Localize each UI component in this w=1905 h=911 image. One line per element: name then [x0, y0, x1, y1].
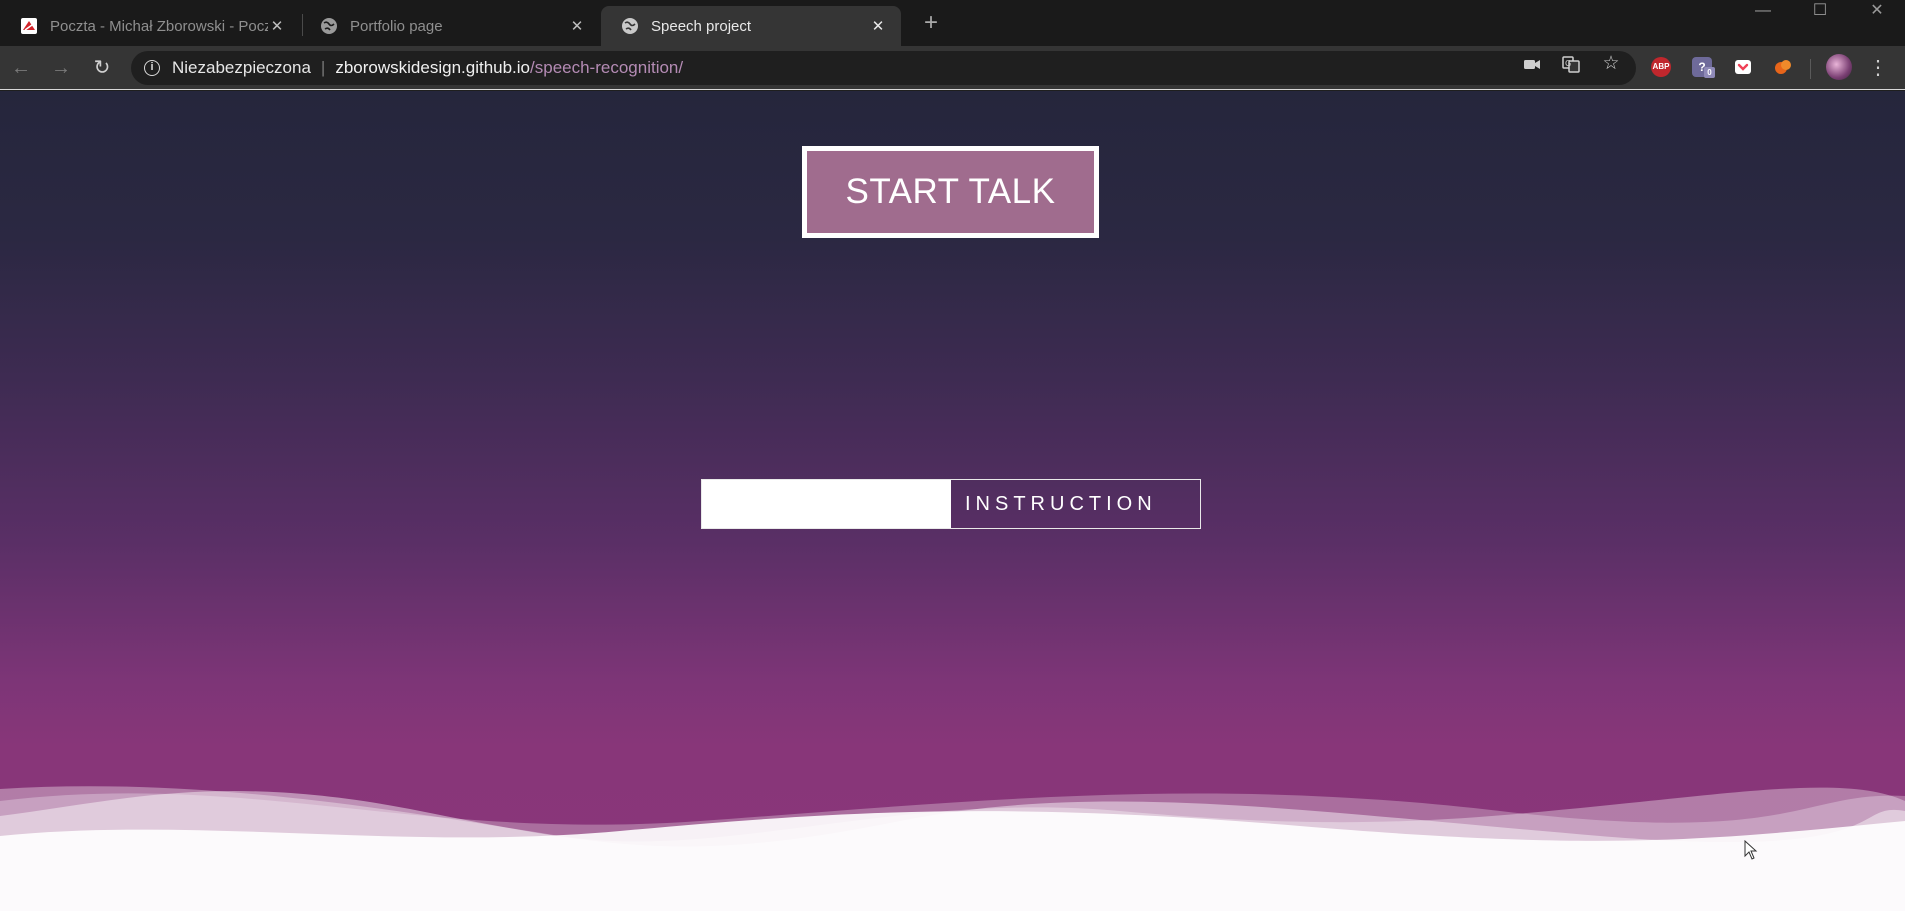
minimize-icon[interactable]: — — [1735, 0, 1791, 22]
globe-icon — [622, 18, 638, 34]
new-tab-icon[interactable]: + — [918, 10, 944, 36]
menu-icon[interactable]: ⋮ — [1868, 54, 1888, 82]
address-bar[interactable]: i Niezabezpieczona | zborowskidesign.git… — [131, 51, 1636, 85]
tab-poczta[interactable]: Poczta - Michał Zborowski - Poczta ✕ — [0, 6, 300, 46]
translate-icon[interactable]: G — [1562, 55, 1580, 73]
page-content: START TALK INSTRUCTION — [0, 91, 1905, 911]
browser-toolbar: ← → ↻ i Niezabezpieczona | zborowskidesi… — [0, 46, 1905, 90]
back-icon[interactable]: ← — [7, 54, 35, 82]
extension-badge: 0 — [1704, 67, 1715, 78]
instruction-button[interactable]: INSTRUCTION — [701, 479, 1201, 529]
mail-favicon-icon — [21, 18, 37, 34]
toolbar-divider — [1810, 59, 1811, 79]
tab-strip: Poczta - Michał Zborowski - Poczta ✕ Por… — [0, 0, 1905, 46]
tab-speech-project[interactable]: Speech project ✕ — [601, 6, 901, 46]
close-icon[interactable]: ✕ — [268, 17, 286, 35]
address-divider: | — [320, 58, 326, 77]
instruction-fill — [702, 480, 951, 528]
forward-icon[interactable]: → — [47, 54, 75, 82]
mouse-cursor-icon — [1744, 840, 1758, 860]
honey-extension-icon[interactable] — [1773, 57, 1793, 77]
start-talk-button[interactable]: START TALK — [802, 146, 1099, 238]
tab-title: Speech project — [651, 17, 752, 35]
tab-portfolio[interactable]: Portfolio page ✕ — [300, 6, 600, 46]
security-label: Niezabezpieczona — [172, 58, 311, 77]
waves-decoration — [0, 786, 1905, 911]
svg-text:G: G — [1565, 59, 1571, 68]
maximize-icon[interactable]: ☐ — [1792, 0, 1848, 22]
privacy-extension-icon[interactable]: ? 0 — [1692, 57, 1715, 78]
close-icon[interactable]: ✕ — [869, 17, 887, 35]
reload-icon[interactable]: ↻ — [88, 54, 116, 82]
tab-title: Portfolio page — [350, 17, 443, 35]
tab-title: Poczta - Michał Zborowski - Poczta — [50, 17, 268, 35]
globe-icon — [321, 18, 337, 34]
adblock-plus-icon[interactable]: ABP — [1651, 57, 1671, 77]
url-host: zborowskidesign.github.io — [335, 58, 531, 77]
pocket-icon[interactable] — [1733, 57, 1753, 77]
window-close-icon[interactable]: ✕ — [1849, 0, 1905, 22]
star-icon[interactable]: ☆ — [1602, 54, 1620, 73]
camera-icon[interactable] — [1523, 55, 1541, 73]
info-icon[interactable]: i — [144, 60, 160, 76]
profile-avatar[interactable] — [1826, 54, 1852, 80]
browser-window: Poczta - Michał Zborowski - Poczta ✕ Por… — [0, 0, 1905, 911]
url-path: /speech-recognition/ — [530, 58, 684, 77]
close-icon[interactable]: ✕ — [568, 17, 586, 35]
instruction-label: INSTRUCTION — [965, 492, 1157, 515]
